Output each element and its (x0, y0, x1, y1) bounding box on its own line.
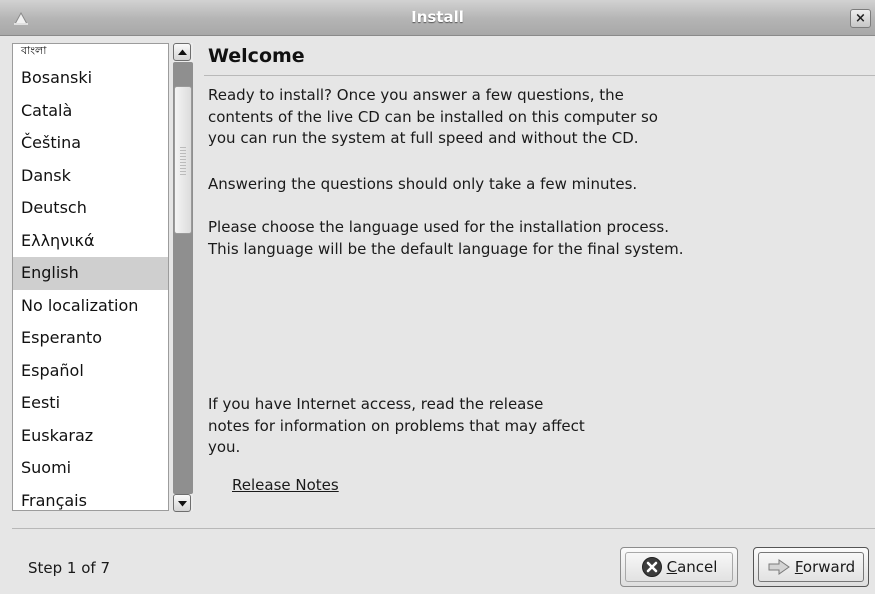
intro-line: Ready to install? Once you answer a few … (208, 86, 624, 104)
forward-button[interactable]: Forward (753, 547, 869, 587)
internet-notice: If you have Internet access, read the re… (208, 394, 748, 459)
title-bar: Install × (0, 0, 875, 36)
forward-label: Forward (794, 558, 856, 576)
cancel-icon (641, 557, 662, 577)
scroll-track[interactable] (173, 62, 193, 494)
cancel-button[interactable]: Cancel (620, 547, 738, 587)
language-instructions: Please choose the language used for the … (208, 217, 748, 260)
instruction-line: Please choose the language used for the … (208, 218, 669, 236)
language-item[interactable]: Čeština (13, 127, 168, 160)
heading-divider (204, 75, 875, 76)
language-list-scrollbar[interactable] (173, 43, 193, 512)
language-item[interactable]: Ελληνικά (13, 225, 168, 258)
notice-line: you. (208, 438, 241, 456)
language-item[interactable]: Esperanto (13, 322, 168, 355)
language-item[interactable]: Suomi (13, 452, 168, 485)
scroll-grip (180, 147, 186, 175)
language-item[interactable]: Dansk (13, 160, 168, 193)
language-item[interactable]: No localization (13, 290, 168, 323)
scroll-down-button[interactable] (173, 494, 191, 512)
cancel-label: Cancel (666, 558, 718, 576)
language-item[interactable]: Deutsch (13, 192, 168, 225)
footer-divider (12, 528, 875, 529)
arrow-down-icon (178, 501, 187, 507)
arrow-up-icon (178, 49, 187, 55)
notice-line: If you have Internet access, read the re… (208, 395, 544, 413)
scroll-up-button[interactable] (173, 43, 191, 61)
step-indicator: Step 1 of 7 (28, 559, 111, 577)
duration-text: Answering the questions should only take… (208, 175, 638, 193)
forward-arrow-icon (768, 559, 790, 575)
language-list[interactable]: বাংলা Bosanski Català Čeština Dansk Deut… (12, 43, 169, 511)
language-item[interactable]: বাংলা (13, 44, 168, 62)
page-heading: Welcome (208, 45, 305, 67)
close-button[interactable]: × (850, 9, 871, 28)
instruction-line: This language will be the default langua… (208, 239, 684, 258)
language-item[interactable]: Español (13, 355, 168, 388)
scroll-thumb[interactable] (174, 86, 192, 234)
intro-line: you can run the system at full speed and… (208, 129, 639, 147)
language-item[interactable]: Català (13, 95, 168, 128)
language-item[interactable]: Eesti (13, 387, 168, 420)
intro-line: contents of the live CD can be installed… (208, 107, 658, 126)
language-item[interactable]: Euskaraz (13, 420, 168, 453)
language-item-selected[interactable]: English (13, 257, 168, 290)
notice-line: notes for information on problems that m… (208, 416, 585, 435)
language-item[interactable]: Bosanski (13, 62, 168, 95)
intro-paragraph: Ready to install? Once you answer a few … (208, 85, 748, 150)
language-item[interactable]: Français (13, 485, 168, 511)
window-title: Install (411, 8, 464, 26)
release-notes-link[interactable]: Release Notes (232, 476, 339, 494)
